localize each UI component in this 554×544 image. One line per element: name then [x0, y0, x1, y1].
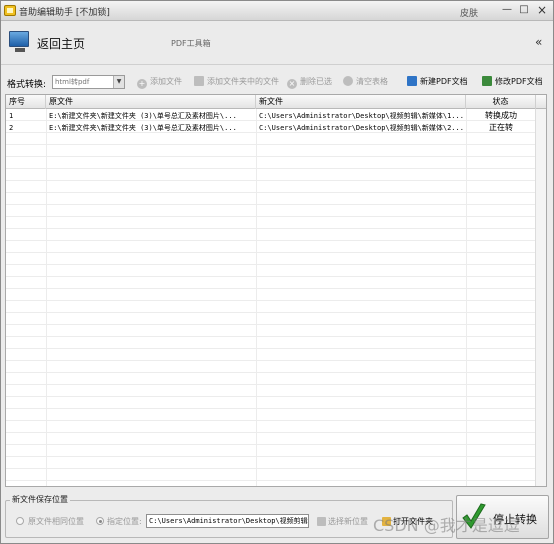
table-body: [6, 109, 546, 486]
maximize-button[interactable]: □: [517, 3, 531, 17]
row-status: 正在转: [489, 123, 513, 132]
same-location-radio[interactable]: [16, 517, 24, 525]
add-file-label: 添加文件: [150, 77, 182, 86]
column-status[interactable]: 状态: [466, 95, 536, 109]
delete-selected-label: 删除已选: [300, 77, 332, 86]
column-source-file[interactable]: 原文件: [46, 95, 256, 109]
clear-table-label: 清空表格: [356, 77, 388, 86]
row-seq: 1: [9, 112, 14, 120]
close-button[interactable]: ×: [535, 3, 549, 17]
x-icon: ×: [287, 79, 297, 89]
minimize-button[interactable]: —: [500, 3, 514, 17]
toolbar: 格式转换: html转pdf ▼ + 添加文件 添加文件夹中的文件 × 删除已选 清…: [1, 72, 553, 92]
save-location-legend: 新文件保存位置: [10, 494, 70, 505]
folder-icon: [194, 76, 204, 86]
add-file-button[interactable]: + 添加文件: [137, 76, 182, 90]
column-divider: [256, 109, 257, 486]
specified-location-label: 指定位置:: [107, 517, 142, 526]
chevron-down-icon[interactable]: ▼: [113, 76, 124, 88]
clear-icon: [343, 76, 353, 86]
new-pdf-button[interactable]: 新建PDF文档: [407, 76, 468, 90]
collapse-button[interactable]: «: [535, 35, 542, 49]
row-new-file: C:\Users\Administrator\Desktop\视频剪辑\新媒体\…: [259, 124, 464, 132]
format-label: 格式转换:: [7, 80, 47, 90]
column-divider: [46, 109, 47, 486]
table-row[interactable]: 2 E:\新建文件夹\新建文件夹 (3)\单号总汇及素材图片\... C:\Us…: [6, 122, 546, 134]
column-seq[interactable]: 序号: [6, 95, 46, 109]
row-source-file: E:\新建文件夹\新建文件夹 (3)\单号总汇及素材图片\...: [49, 112, 237, 120]
row-new-file: C:\Users\Administrator\Desktop\视频剪辑\新媒体\…: [259, 112, 464, 120]
save-path-input[interactable]: C:\Users\Administrator\Desktop\视频剪辑\新: [146, 514, 309, 528]
vertical-scrollbar[interactable]: [535, 109, 546, 486]
header-subtitle: PDF工具箱: [171, 39, 211, 48]
skin-link[interactable]: 皮肤: [460, 6, 478, 19]
watermark: CSDN @我才是逗逗: [373, 516, 520, 535]
table-header: 序号 原文件 新文件 状态: [6, 95, 546, 109]
choose-location-button[interactable]: 选择新位置: [317, 516, 368, 527]
add-folder-files-button[interactable]: 添加文件夹中的文件: [194, 76, 279, 90]
edit-pdf-button[interactable]: 修改PDF文档: [482, 76, 543, 90]
plus-icon: +: [137, 79, 147, 89]
format-select-value: html转pdf: [55, 78, 90, 86]
edit-pdf-label: 修改PDF文档: [495, 77, 543, 86]
column-new-file[interactable]: 新文件: [256, 95, 466, 109]
table-row[interactable]: 1 E:\新建文件夹\新建文件夹 (3)\单号总汇及素材图片\... C:\Us…: [6, 110, 546, 122]
format-select[interactable]: html转pdf ▼: [52, 75, 125, 89]
column-divider: [466, 109, 467, 486]
app-window: 音助编辑助手 [不加锁] 皮肤 — □ × 返回主页 PDF工具箱 « 格式转换…: [0, 0, 554, 544]
row-status: 转换成功: [485, 111, 517, 120]
add-folder-files-label: 添加文件夹中的文件: [207, 77, 279, 86]
new-pdf-label: 新建PDF文档: [420, 77, 468, 86]
choose-location-label: 选择新位置: [328, 517, 368, 526]
window-title: 音助编辑助手 [不加锁]: [19, 8, 110, 18]
row-seq: 2: [9, 124, 14, 132]
new-document-icon: [407, 76, 417, 86]
specified-location-radio[interactable]: [96, 517, 104, 525]
header-bar: 返回主页 PDF工具箱 «: [1, 21, 553, 65]
folder-icon: [317, 517, 326, 526]
app-logo-icon: [4, 5, 16, 16]
edit-document-icon: [482, 76, 492, 86]
row-source-file: E:\新建文件夹\新建文件夹 (3)\单号总汇及素材图片\...: [49, 124, 237, 132]
back-home-button[interactable]: 返回主页: [37, 35, 85, 52]
delete-selected-button[interactable]: × 删除已选: [287, 76, 332, 90]
clear-table-button[interactable]: 清空表格: [343, 76, 388, 90]
same-location-label: 原文件相同位置: [28, 517, 84, 526]
file-table[interactable]: 序号 原文件 新文件 状态 1 E:\新建文件夹\新建文件夹 (3)\单号总汇及…: [5, 94, 547, 487]
monitor-icon[interactable]: [9, 31, 29, 52]
title-bar[interactable]: 音助编辑助手 [不加锁] 皮肤 — □ ×: [1, 1, 553, 21]
